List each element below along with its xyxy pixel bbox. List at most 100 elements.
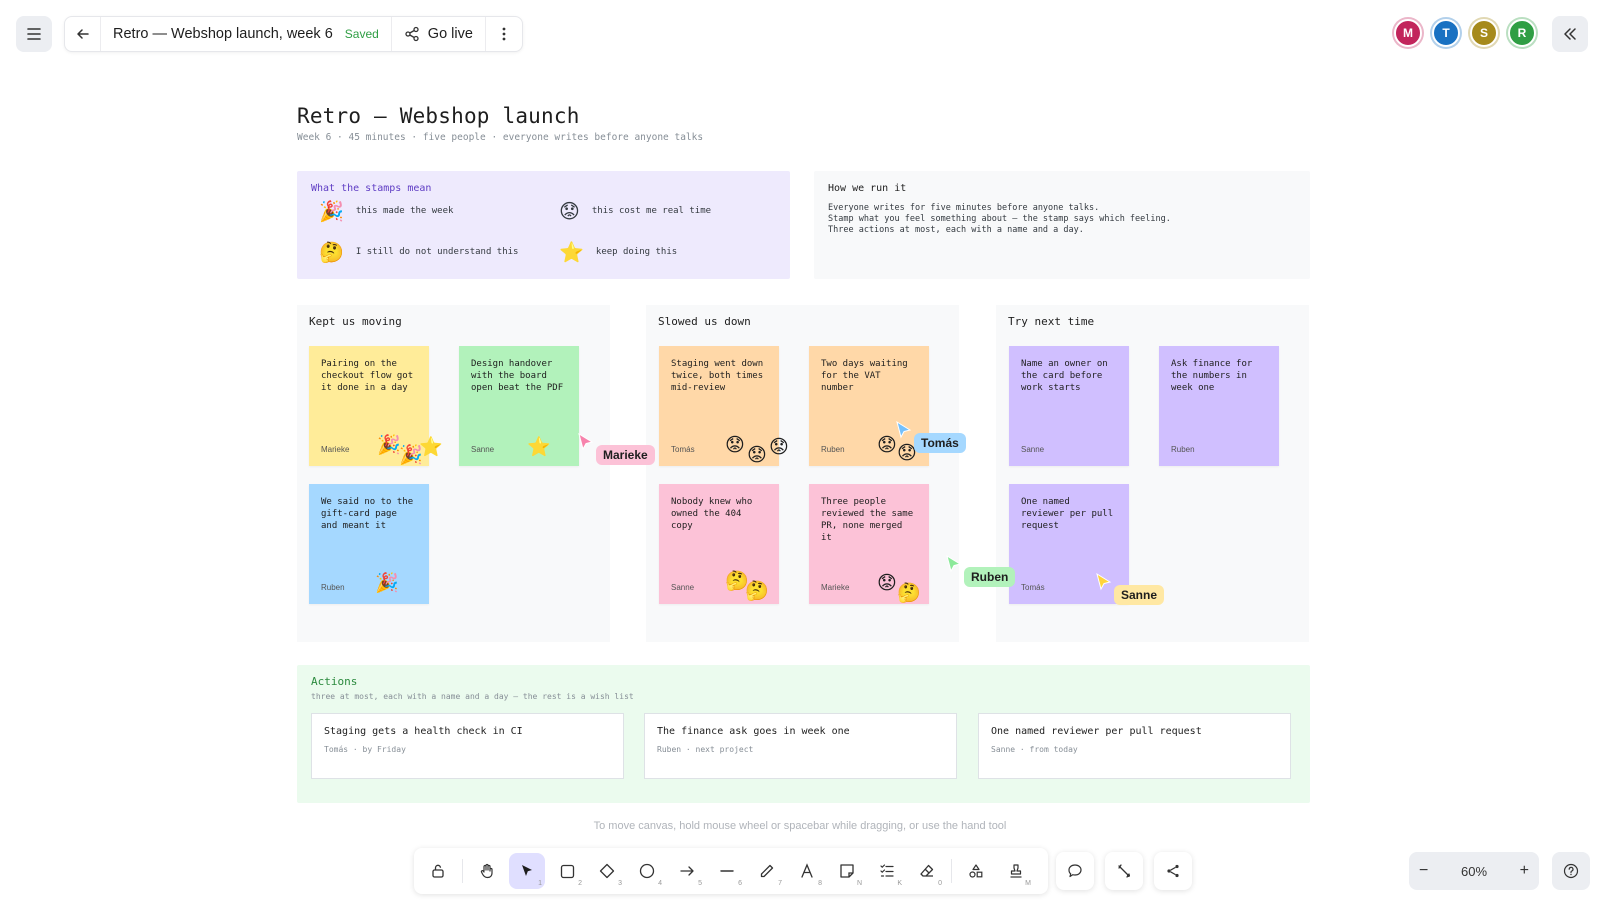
worried-face-icon[interactable]: 😟 bbox=[747, 446, 767, 465]
sticky-note[interactable]: Pairing on the checkout flow got it done… bbox=[309, 346, 443, 466]
action-card[interactable]: One named reviewer per pull request Sann… bbox=[978, 713, 1291, 779]
zoom-level[interactable]: 60% bbox=[1461, 864, 1487, 879]
board-subtitle: Week 6 · 45 minutes · five people · ever… bbox=[297, 132, 704, 143]
line-tool[interactable]: 6 bbox=[709, 853, 745, 889]
zoom-in-button[interactable]: + bbox=[1520, 862, 1529, 880]
ellipse-tool[interactable]: 4 bbox=[629, 853, 665, 889]
shortcut-key: 4 bbox=[658, 880, 662, 887]
whiteboard-canvas[interactable]: Retro — Webshop launch Week 6 · 45 minut… bbox=[0, 0, 1600, 906]
sticky-note-author: Sanne bbox=[471, 445, 495, 454]
help-icon bbox=[1563, 863, 1579, 879]
stamp-tool[interactable]: M bbox=[998, 853, 1034, 889]
howrun-heading: How we run it bbox=[828, 183, 907, 194]
rectangle-icon bbox=[560, 864, 574, 878]
cursor-label: Marieke bbox=[596, 445, 655, 465]
thinking-face-icon[interactable]: 🤔 bbox=[897, 584, 921, 603]
text-icon bbox=[801, 863, 813, 878]
checklist-tool[interactable]: K bbox=[869, 853, 905, 889]
sticky-note[interactable]: Staging went down twice, both times mid-… bbox=[659, 346, 789, 466]
stamp-icon bbox=[1010, 864, 1022, 878]
arrow-right-icon bbox=[680, 866, 694, 876]
sticky-note-author: Ruben bbox=[321, 583, 345, 592]
sticky-note[interactable]: Three people reviewed the same PR, none … bbox=[809, 484, 929, 604]
unlock-icon bbox=[432, 864, 444, 878]
sticky-note-text: Design handover with the board open beat… bbox=[471, 359, 564, 393]
howrun-line: Stamp what you feel something about — th… bbox=[828, 214, 1171, 224]
diamond-icon bbox=[599, 863, 615, 879]
party-popper-icon[interactable]: 🎉 bbox=[375, 574, 399, 593]
worried-face-icon[interactable]: 😟 bbox=[725, 436, 745, 455]
sticky-note-tool[interactable]: N bbox=[829, 853, 865, 889]
party-popper-icon[interactable]: 🎉 bbox=[377, 436, 401, 455]
draw-tool[interactable]: 7 bbox=[749, 853, 785, 889]
action-card[interactable]: Staging gets a health check in CI Tomás … bbox=[311, 713, 624, 779]
action-title: Staging gets a health check in CI bbox=[324, 726, 523, 737]
sticky-note[interactable]: Design handover with the board open beat… bbox=[459, 346, 579, 466]
sticky-note[interactable]: Name an owner on the card before work st… bbox=[1009, 346, 1129, 466]
circle-icon bbox=[639, 863, 655, 879]
sticky-note-text: Two days waiting for the VAT number bbox=[821, 359, 908, 393]
worried-face-icon[interactable]: 😟 bbox=[877, 574, 897, 593]
legend-heading: What the stamps mean bbox=[311, 183, 432, 194]
sticky-note-text: Pairing on the checkout flow got it done… bbox=[321, 359, 414, 393]
lock-tool[interactable] bbox=[420, 853, 456, 889]
diamond-tool[interactable]: 3 bbox=[589, 853, 625, 889]
shortcut-key: 5 bbox=[698, 880, 702, 887]
sticky-note[interactable]: Ask finance for the numbers in week one R… bbox=[1159, 346, 1279, 466]
board-title: Retro — Webshop launch bbox=[297, 104, 580, 128]
eraser-icon bbox=[920, 864, 934, 877]
pencil-icon bbox=[760, 864, 774, 878]
collaborator-cursor: Tomás bbox=[896, 421, 966, 453]
zoom-out-button[interactable]: − bbox=[1419, 862, 1428, 880]
action-meta: Ruben · next project bbox=[657, 745, 754, 754]
actions-panel[interactable]: Actions three at most, each with a name … bbox=[297, 665, 1310, 803]
selection-tool[interactable]: 1 bbox=[509, 853, 545, 889]
zoom-controls: − 60% + bbox=[1409, 852, 1539, 890]
collaborator-cursor: Ruben bbox=[946, 555, 1016, 587]
toolbar-divider bbox=[951, 859, 952, 883]
sticky-note-text: Name an owner on the card before work st… bbox=[1021, 359, 1108, 393]
shortcut-key: 6 bbox=[738, 880, 742, 887]
star-icon: ⭐ bbox=[559, 240, 584, 264]
comment-button[interactable] bbox=[1056, 852, 1094, 890]
sticky-note-author: Marieke bbox=[321, 445, 350, 454]
shapes-library-tool[interactable] bbox=[958, 853, 994, 889]
star-icon[interactable]: ⭐ bbox=[527, 438, 551, 457]
column-title: Try next time bbox=[1008, 315, 1095, 328]
laser-pointer-icon bbox=[1118, 864, 1130, 878]
hand-tool[interactable] bbox=[469, 853, 505, 889]
star-icon[interactable]: ⭐ bbox=[419, 438, 443, 457]
action-title: The finance ask goes in week one bbox=[657, 726, 850, 737]
column-title: Kept us moving bbox=[309, 315, 402, 328]
share-nodes-icon bbox=[1167, 864, 1179, 878]
worried-face-icon[interactable]: 😟 bbox=[877, 436, 897, 455]
stamp-legend[interactable]: What the stamps mean 🎉 this made the week… bbox=[297, 171, 790, 279]
legend-item: 🤔 I still do not understand this bbox=[319, 240, 519, 264]
how-we-run-it-panel[interactable]: How we run it Everyone writes for five m… bbox=[814, 171, 1310, 279]
help-button[interactable] bbox=[1552, 852, 1590, 890]
legend-item: 🎉 this made the week bbox=[319, 199, 454, 223]
sticky-note[interactable]: We said no to the gift-card page and mea… bbox=[309, 484, 429, 604]
thinking-face-icon[interactable]: 🤔 bbox=[745, 582, 769, 601]
eraser-tool[interactable]: 0 bbox=[909, 853, 945, 889]
action-card[interactable]: The finance ask goes in week one Ruben ·… bbox=[644, 713, 957, 779]
shortcut-key: 2 bbox=[578, 880, 582, 887]
arrow-tool[interactable]: 5 bbox=[669, 853, 705, 889]
rectangle-tool[interactable]: 2 bbox=[549, 853, 585, 889]
laser-pointer-button[interactable] bbox=[1105, 852, 1143, 890]
sticky-note[interactable]: Nobody knew who owned the 404 copy Sanne 🤔… bbox=[659, 484, 779, 604]
shortcut-key: M bbox=[1025, 880, 1031, 887]
sticky-note-author: Sanne bbox=[671, 583, 695, 592]
action-meta: Sanne · from today bbox=[991, 745, 1078, 754]
cursor-label: Ruben bbox=[964, 567, 1016, 587]
cursor-arrow-icon bbox=[578, 433, 594, 451]
sticky-note-author: Ruben bbox=[821, 445, 845, 454]
share-button[interactable] bbox=[1154, 852, 1192, 890]
text-tool[interactable]: 8 bbox=[789, 853, 825, 889]
sticky-note-author: Marieke bbox=[821, 583, 850, 592]
collaborator-cursor: Marieke bbox=[578, 433, 655, 465]
worried-face-icon[interactable]: 😟 bbox=[769, 438, 789, 457]
actions-heading: Actions bbox=[311, 675, 358, 688]
shape-toolbar: 1 2 3 4 5 6 7 8 N K 0 M bbox=[414, 848, 1048, 894]
sticky-note-author: Tomás bbox=[1021, 583, 1045, 592]
